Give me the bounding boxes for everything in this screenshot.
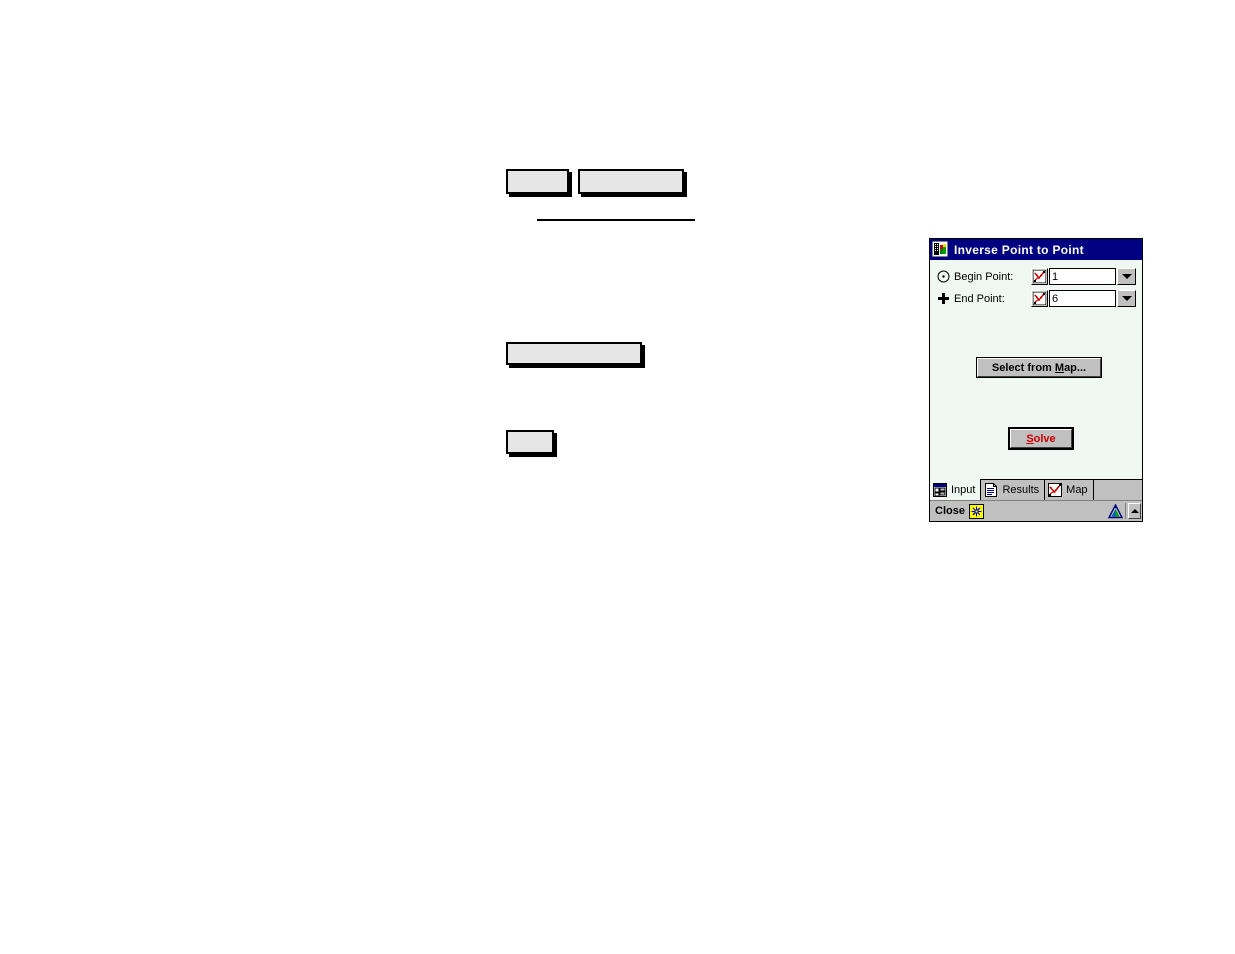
end-point-input[interactable] — [1049, 290, 1116, 307]
map-pick-icon-end-button[interactable] — [1031, 290, 1048, 307]
tab-map-label: Map — [1066, 484, 1088, 496]
tabstrip: Input Results Map — [930, 479, 1142, 500]
inverse-point-to-point-window: Inverse Point to Point Begin Point: 1 En… — [929, 238, 1143, 522]
window-client-area: Begin Point: 1 End Point: 6 Select from … — [930, 260, 1142, 479]
field-row-end-point: End Point: — [936, 289, 1136, 308]
chevron-down-icon — [1121, 296, 1132, 301]
window-title: Inverse Point to Point — [954, 242, 1084, 257]
star-burst-icon[interactable] — [968, 503, 984, 519]
solve-button[interactable]: Solve — [1008, 427, 1074, 450]
chevron-down-icon-end-button[interactable] — [1117, 290, 1136, 307]
chevron-down-icon-begin-button[interactable] — [1117, 268, 1136, 285]
select-from-map-button[interactable]: Select from Map... — [976, 357, 1102, 378]
select-from-map-label-before: Select from — [991, 361, 1055, 374]
form-icon — [933, 482, 947, 497]
end-point-controls — [1031, 290, 1136, 307]
map-pick-icon — [1048, 483, 1063, 497]
solve-label-after: olve — [1033, 432, 1056, 445]
end-point-label: End Point: — [954, 292, 1005, 305]
begin-point-controls — [1031, 268, 1136, 285]
taskbar: Close — [930, 500, 1142, 521]
solve-accel: S — [1026, 432, 1034, 445]
tab-input-label: Input — [951, 483, 976, 496]
taskbar-separator — [1125, 503, 1126, 519]
horizontal-rule — [537, 219, 695, 221]
app-icon — [931, 240, 949, 258]
tab-results[interactable]: Results — [981, 480, 1046, 500]
map-pick-icon-begin-button[interactable] — [1031, 268, 1048, 285]
tabstrip-filler — [1093, 480, 1142, 500]
window-titlebar: Inverse Point to Point — [930, 239, 1142, 260]
placeholder-box-4 — [506, 430, 554, 454]
circle-dot-icon — [936, 269, 951, 284]
chevron-down-icon — [1121, 274, 1132, 279]
document-icon — [984, 483, 998, 497]
chevron-up-icon — [1130, 509, 1139, 513]
tab-results-label: Results — [1002, 484, 1040, 496]
begin-point-label: Begin Point: — [954, 270, 1014, 283]
taskbar-close-button[interactable]: Close — [931, 505, 969, 517]
placeholder-box-1 — [506, 169, 569, 194]
tab-input[interactable]: Input — [930, 479, 982, 500]
field-row-begin-point: Begin Point: — [936, 267, 1136, 286]
placeholder-box-2 — [578, 169, 684, 194]
chevron-up-icon-button[interactable] — [1128, 503, 1141, 519]
tab-map[interactable]: Map — [1045, 480, 1094, 500]
survey-triangle-icon[interactable] — [1107, 502, 1124, 519]
begin-point-input[interactable] — [1049, 268, 1116, 285]
select-from-map-accel: M — [1054, 361, 1065, 374]
plus-cross-icon — [936, 291, 951, 306]
placeholder-box-3 — [506, 342, 642, 365]
select-from-map-label-after: ap... — [1064, 361, 1087, 374]
